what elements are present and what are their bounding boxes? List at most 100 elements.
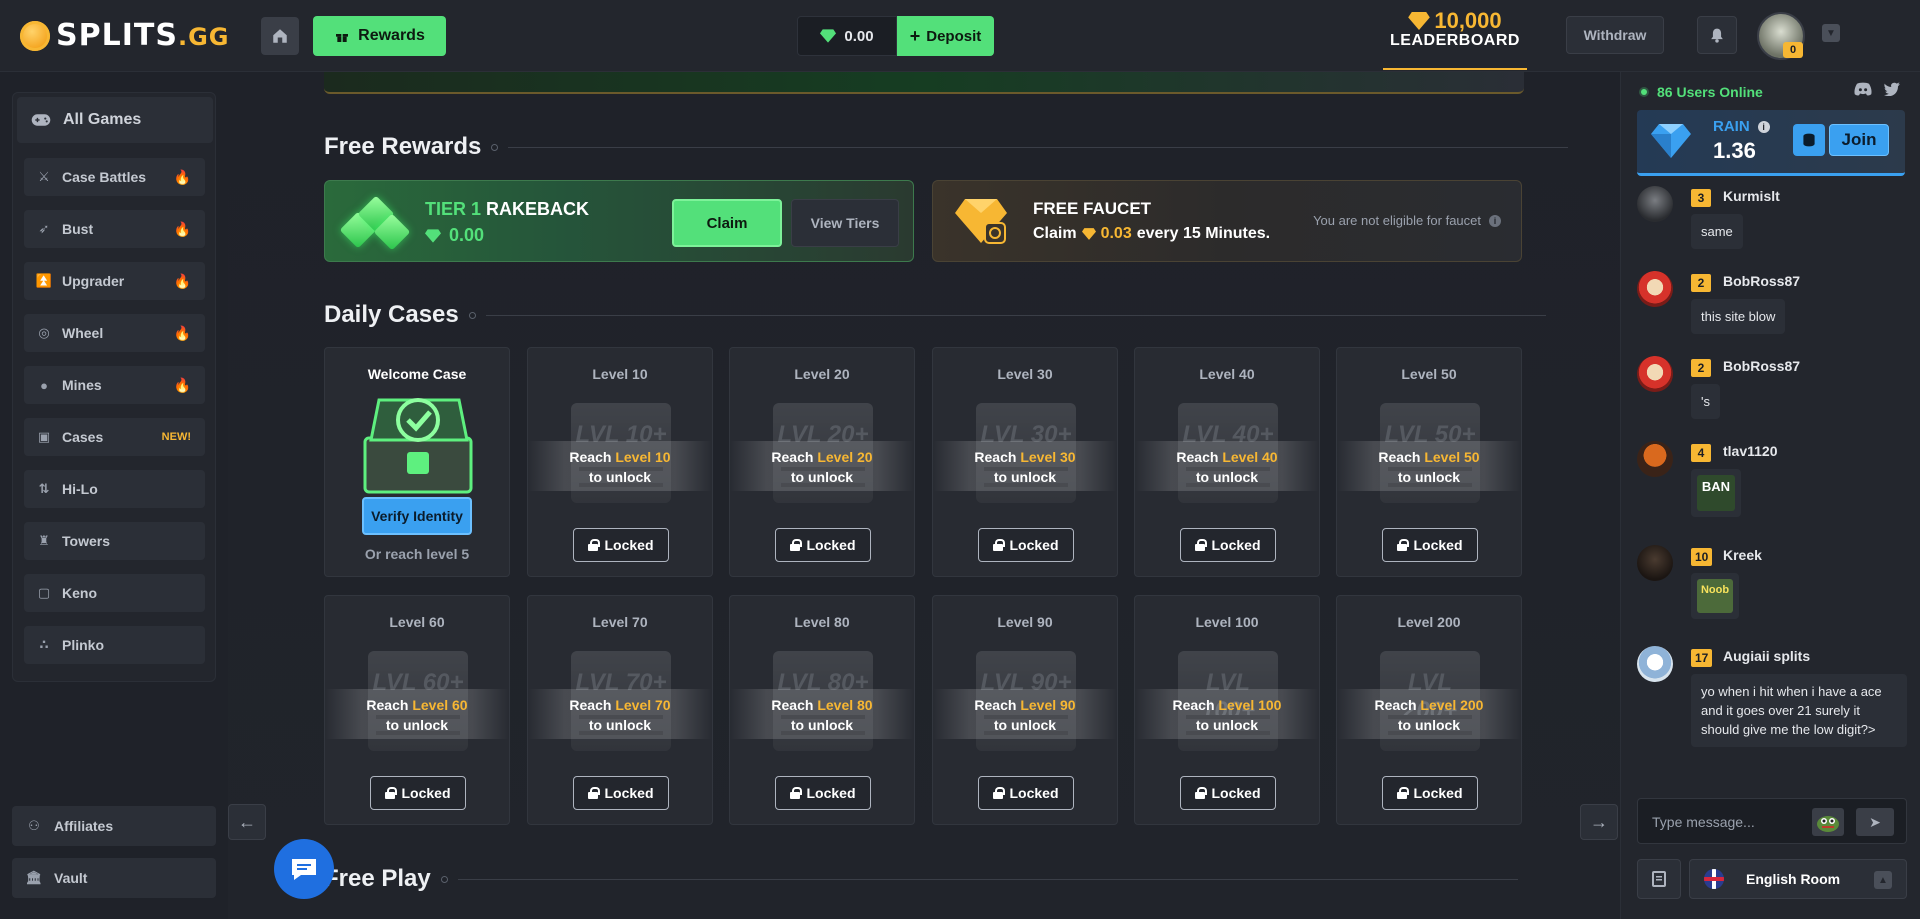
daily-case-card: Level 70 LVL 70+ Reach Level 70 to unlock… xyxy=(527,595,713,825)
green-chest-icon xyxy=(363,398,473,494)
coins-icon xyxy=(1803,133,1815,147)
case-title: Level 50 xyxy=(1401,366,1457,382)
emote-picker-button[interactable] xyxy=(1812,808,1844,836)
locked-button[interactable]: Locked xyxy=(370,776,466,810)
avatar[interactable] xyxy=(1637,271,1673,307)
lock-icon xyxy=(588,539,601,551)
faucet-title: FREE FAUCET xyxy=(1033,199,1152,218)
rewards-button[interactable]: Rewards xyxy=(313,16,446,56)
withdraw-button[interactable]: Withdraw xyxy=(1566,16,1664,54)
locked-button[interactable]: Locked xyxy=(573,528,669,562)
room-label: English Room xyxy=(1746,871,1841,887)
green-gems-icon xyxy=(339,195,411,251)
scroll-right-button[interactable]: → xyxy=(1580,804,1618,840)
sidebar-item-cases[interactable]: ▣ Cases NEW! xyxy=(24,418,205,456)
top-bar: SPLITS.GG Rewards 0.00 + Deposit 10,000 … xyxy=(0,0,1920,72)
sidebar-item-towers[interactable]: ♜ Towers xyxy=(24,522,205,560)
locked-button[interactable]: Locked xyxy=(775,776,871,810)
avatar[interactable] xyxy=(1637,545,1673,581)
online-count: 86 Users Online xyxy=(1641,84,1763,100)
case-title: Welcome Case xyxy=(367,366,467,382)
avatar[interactable] xyxy=(1637,356,1673,392)
arrow-left-icon: ← xyxy=(238,811,256,832)
vault-link[interactable]: 🏛 Vault xyxy=(12,858,216,898)
locked-button[interactable]: Locked xyxy=(1180,776,1276,810)
leaderboard-amount: 10,000 xyxy=(1434,8,1502,33)
locked-button[interactable]: Locked xyxy=(978,528,1074,562)
verify-identity-button[interactable]: Verify Identity xyxy=(362,497,472,535)
locked-button[interactable]: Locked xyxy=(1180,528,1276,562)
sidebar-item-keno[interactable]: ▢ Keno xyxy=(24,574,205,612)
info-icon[interactable]: i xyxy=(1489,214,1501,227)
discord-icon[interactable] xyxy=(1854,82,1872,101)
username[interactable]: BobRoss87 xyxy=(1723,358,1800,374)
sidebar-item-plinko[interactable]: ∴ Plinko xyxy=(24,626,205,664)
chat-message-input[interactable] xyxy=(1652,811,1802,833)
scroll-left-button[interactable]: ← xyxy=(228,804,266,840)
affiliates-link[interactable]: ⚇ Affiliates xyxy=(12,806,216,846)
avatar[interactable] xyxy=(1637,646,1673,682)
twitter-icon[interactable] xyxy=(1884,82,1900,101)
user-menu-toggle[interactable]: ▼ xyxy=(1822,24,1840,42)
chat-panel: 86 Users Online RAIN i 1.36 Join 3 Kurmi… xyxy=(1620,72,1920,919)
avatar[interactable] xyxy=(1637,441,1673,477)
chat-room-selector[interactable]: English Room ▲ xyxy=(1689,859,1907,899)
gift-icon xyxy=(336,34,349,42)
level-badge: 10 xyxy=(1691,548,1713,566)
daily-cases-heading: Daily Cases xyxy=(324,301,1546,329)
rocket-icon: ➶ xyxy=(38,221,50,236)
home-button[interactable] xyxy=(261,17,299,55)
username[interactable]: Kreek xyxy=(1723,547,1762,563)
sidebar-item-wheel[interactable]: ◎ Wheel 🔥 xyxy=(24,314,205,352)
sidebar-item-mines[interactable]: ● Mines 🔥 xyxy=(24,366,205,404)
daily-case-card: Level 50 LVL 50+ Reach Level 50 to unlock… xyxy=(1336,347,1522,577)
pepe-emote-icon xyxy=(1817,816,1839,832)
tip-rain-button[interactable] xyxy=(1793,124,1825,156)
lock-icon xyxy=(1397,539,1410,551)
locked-button[interactable]: Locked xyxy=(775,528,871,562)
locked-button[interactable]: Locked xyxy=(573,776,669,810)
rain-label: RAIN xyxy=(1713,118,1750,135)
rewards-label: Rewards xyxy=(358,27,425,44)
level-badge: 17 xyxy=(1691,649,1713,667)
avatar[interactable] xyxy=(1637,186,1673,222)
locked-button[interactable]: Locked xyxy=(1382,776,1478,810)
lock-icon xyxy=(1195,787,1208,799)
upgrade-icon: ⏫ xyxy=(35,273,53,288)
unlock-requirement: Reach Level 70 to unlock xyxy=(528,689,712,739)
gamepad-icon xyxy=(31,114,51,126)
send-message-button[interactable]: ➤ xyxy=(1856,808,1894,836)
view-tiers-button[interactable]: View Tiers xyxy=(791,199,899,247)
locked-button[interactable]: Locked xyxy=(1382,528,1478,562)
gem-icon xyxy=(425,228,441,243)
all-games-button[interactable]: All Games xyxy=(17,97,213,143)
claim-rakeback-button[interactable]: Claim xyxy=(672,199,782,247)
locked-button[interactable]: Locked xyxy=(978,776,1074,810)
sidebar-item-hi-lo[interactable]: ⇅ Hi-Lo xyxy=(24,470,205,508)
fire-icon: 🔥 xyxy=(173,324,191,341)
sidebar-item-bust[interactable]: ➶ Bust 🔥 xyxy=(24,210,205,248)
promo-banner[interactable] xyxy=(324,72,1524,94)
username[interactable]: Augiaii splits xyxy=(1723,648,1810,664)
daily-case-card: Level 100 LVL 100+ Reach Level 100to unl… xyxy=(1134,595,1320,825)
case-title: Level 20 xyxy=(794,366,850,382)
site-logo[interactable]: SPLITS.GG xyxy=(20,18,229,53)
daily-case-card: Level 60 LVL 60+ Reach Level 60 to unlock… xyxy=(324,595,510,825)
sidebar-item-upgrader[interactable]: ⏫ Upgrader 🔥 xyxy=(24,262,205,300)
info-icon[interactable]: i xyxy=(1757,120,1770,133)
unlock-requirement: Reach Level 20 to unlock xyxy=(730,441,914,491)
username[interactable]: tlav1120 xyxy=(1723,443,1778,459)
gem-icon xyxy=(820,29,837,43)
lock-icon xyxy=(1195,539,1208,551)
sidebar-item-case-battles[interactable]: ⚔ Case Battles 🔥 xyxy=(24,158,205,196)
username[interactable]: BobRoss87 xyxy=(1723,273,1800,289)
support-chat-button[interactable] xyxy=(274,839,334,899)
notifications-button[interactable] xyxy=(1697,16,1737,54)
chat-rules-button[interactable] xyxy=(1637,859,1681,899)
fire-icon: 🔥 xyxy=(173,168,191,185)
case-title: Level 60 xyxy=(389,614,445,630)
leaderboard-button[interactable]: 10,000 LEADERBOARD xyxy=(1383,8,1527,70)
join-rain-button[interactable]: Join xyxy=(1829,124,1889,156)
username[interactable]: Kurmislt xyxy=(1723,188,1780,204)
deposit-button[interactable]: + Deposit xyxy=(897,16,994,56)
